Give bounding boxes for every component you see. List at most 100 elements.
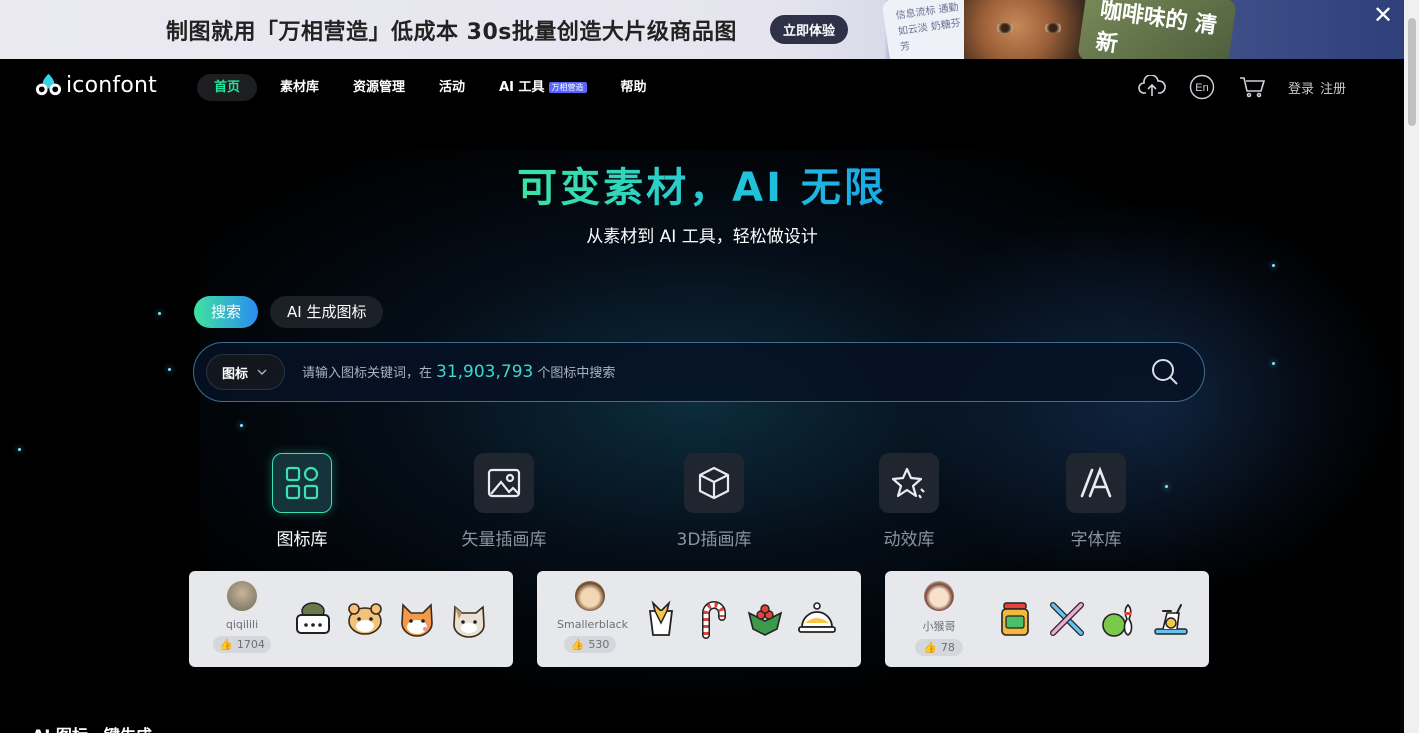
category-motion[interactable]: 动效库 xyxy=(839,453,979,550)
shiba-icon[interactable] xyxy=(397,599,437,639)
star-dot xyxy=(168,368,171,371)
ai-tools-badge: 万相营造 xyxy=(548,82,587,93)
nav-activity[interactable]: 活动 xyxy=(428,74,476,101)
svg-text:En: En xyxy=(1195,82,1208,94)
image-icon xyxy=(474,453,534,513)
chevron-down-icon xyxy=(257,369,267,375)
likes-badge: 👍 1704 xyxy=(213,636,271,653)
category-label: 动效库 xyxy=(883,530,935,550)
banner-card-coffee: 咖啡味的 清新 xyxy=(1077,0,1237,59)
category-3d[interactable]: 3D插画库 xyxy=(644,453,784,550)
author-name: 小猴哥 xyxy=(922,620,956,633)
top-nav: iconfont 首页 素材库 资源管理 活动 AI 工具 万相营造 帮助 En… xyxy=(0,59,1404,115)
search-input[interactable]: 图标 请输入图标关键词，在 31,903,793 个图标中搜索 xyxy=(193,342,1205,402)
search-placeholder-suffix: 个图标中搜索 xyxy=(537,366,616,381)
search-placeholder-prefix: 请输入图标关键词，在 xyxy=(302,366,433,381)
grid-icon xyxy=(272,453,332,513)
star-sparkle-icon xyxy=(879,453,939,513)
tab-ai-generate[interactable]: AI 生成图标 xyxy=(270,296,384,328)
avatar xyxy=(924,581,954,611)
card-author: qiqilili 👍 1704 xyxy=(213,581,271,653)
avatar xyxy=(575,581,605,611)
candy-cane-icon[interactable] xyxy=(693,599,733,639)
language-icon[interactable]: En xyxy=(1188,73,1216,101)
hamster-icon[interactable] xyxy=(345,599,385,639)
star-dot xyxy=(240,424,243,427)
card-author: Smallerblack 👍 530 xyxy=(557,581,629,653)
protein-jar-icon[interactable] xyxy=(995,599,1035,639)
promo-banner[interactable]: 制图就用「万相营造」低成本 30s批量创造大片级商品图 立即体验 信息流标 通勤… xyxy=(0,0,1404,59)
star-dot xyxy=(1272,264,1275,267)
star-dot xyxy=(18,448,21,451)
likes-count: 1704 xyxy=(236,638,265,651)
search-type-select[interactable]: 图标 xyxy=(206,354,285,390)
category-label: 3D插画库 xyxy=(676,530,752,550)
category-vector[interactable]: 矢量插画库 xyxy=(434,453,574,550)
author-name: qiqilili xyxy=(225,618,259,631)
register-link[interactable]: 注册 xyxy=(1320,82,1346,97)
showcase-card[interactable]: qiqilili 👍 1704 xyxy=(189,571,513,667)
author-name: Smallerblack xyxy=(557,618,629,631)
card-icons xyxy=(995,599,1203,639)
page-scrollbar[interactable] xyxy=(1404,0,1419,733)
close-icon[interactable]: ✕ xyxy=(1372,3,1394,27)
likes-badge: 👍 78 xyxy=(915,639,963,656)
logo-icon xyxy=(35,73,62,96)
nav-ai-tools[interactable]: AI 工具 万相营造 xyxy=(488,74,597,101)
likes-count: 530 xyxy=(588,638,610,651)
nav-help[interactable]: 帮助 xyxy=(610,74,658,101)
upload-icon[interactable] xyxy=(1138,73,1166,101)
category-label: 矢量插画库 xyxy=(461,530,547,550)
search-type-label: 图标 xyxy=(222,366,249,382)
tab-search[interactable]: 搜索 xyxy=(194,296,259,328)
avatar xyxy=(227,581,257,611)
search-icon-count: 31,903,793 xyxy=(436,362,534,382)
auth-links: 登录 注册 xyxy=(1288,78,1352,97)
banner-face-image xyxy=(964,0,1094,59)
logo[interactable]: iconfont xyxy=(35,72,157,99)
search-icon[interactable] xyxy=(1149,356,1181,388)
nav-resources[interactable]: 资源管理 xyxy=(342,74,416,101)
header-actions: En 登录 注册 xyxy=(1138,73,1352,101)
likes-badge: 👍 530 xyxy=(564,636,616,653)
showcase-card[interactable]: 小猴哥 👍 78 xyxy=(885,571,1209,667)
card-icons xyxy=(293,599,501,639)
thumbs-up-icon: 👍 xyxy=(570,638,585,651)
gift-bag-icon[interactable] xyxy=(641,599,681,639)
font-icon xyxy=(1066,453,1126,513)
banner-text: 制图就用「万相营造」低成本 30s批量创造大片级商品图 xyxy=(166,20,737,45)
main-nav: 首页 素材库 资源管理 活动 AI 工具 万相营造 帮助 xyxy=(197,74,670,101)
turtle-icon[interactable] xyxy=(293,599,333,639)
banner-artwork: 信息流标 通勤如云淡 奶糖芬芳 咖啡味的 清新 xyxy=(881,0,1237,59)
section-title: AI 图标一键生成 xyxy=(32,722,152,733)
cart-icon[interactable] xyxy=(1238,73,1266,101)
hero-title: 可变素材，AI 无限 xyxy=(0,155,1404,213)
nav-library[interactable]: 素材库 xyxy=(269,74,330,101)
cat-icon[interactable] xyxy=(449,599,489,639)
cloche-icon[interactable] xyxy=(797,599,837,639)
logo-text: iconfont xyxy=(66,73,157,98)
category-font[interactable]: 字体库 xyxy=(1026,453,1166,550)
category-icons[interactable]: 图标库 xyxy=(232,453,372,550)
crossed-bats-icon[interactable] xyxy=(1047,599,1087,639)
likes-count: 78 xyxy=(940,641,955,654)
star-dot xyxy=(158,312,161,315)
cube-icon xyxy=(684,453,744,513)
category-label: 图标库 xyxy=(276,530,328,550)
holly-icon[interactable] xyxy=(745,599,785,639)
bowling-icon[interactable] xyxy=(1099,599,1139,639)
exercise-bike-icon[interactable] xyxy=(1151,599,1191,639)
nav-home[interactable]: 首页 xyxy=(197,74,258,101)
page: 制图就用「万相营造」低成本 30s批量创造大片级商品图 立即体验 信息流标 通勤… xyxy=(0,0,1419,733)
category-label: 字体库 xyxy=(1070,530,1122,550)
search-placeholder: 请输入图标关键词，在 31,903,793 个图标中搜索 xyxy=(302,362,615,382)
banner-try-button[interactable]: 立即体验 xyxy=(770,15,848,44)
thumbs-up-icon: 👍 xyxy=(219,638,233,651)
card-author: 小猴哥 👍 78 xyxy=(910,581,968,656)
hero-title-text: 可变素材，AI 无限 xyxy=(517,165,887,211)
scrollbar-thumb[interactable] xyxy=(1408,18,1416,126)
showcase-card[interactable]: Smallerblack 👍 530 xyxy=(537,571,861,667)
nav-ai-tools-label: AI 工具 xyxy=(499,80,545,95)
login-link[interactable]: 登录 xyxy=(1288,82,1314,97)
card-icons xyxy=(641,599,849,639)
